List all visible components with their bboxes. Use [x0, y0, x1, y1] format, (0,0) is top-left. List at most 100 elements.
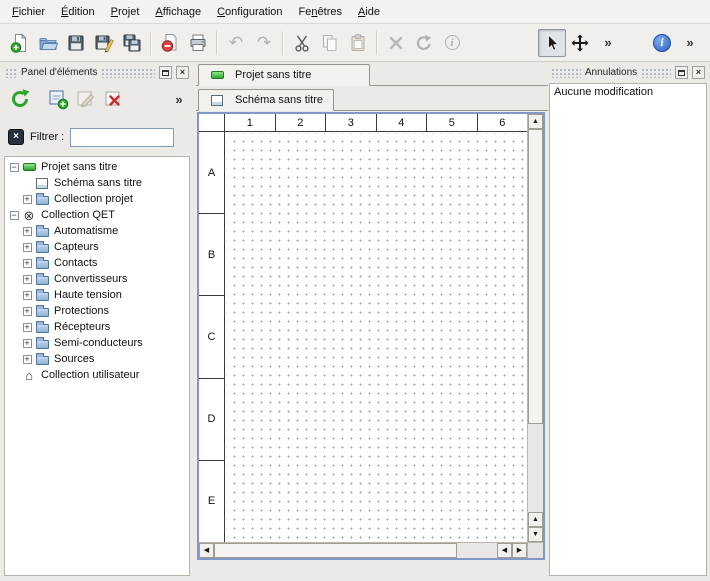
- menu-item-5[interactable]: Fenêtres: [291, 2, 350, 22]
- tree-item[interactable]: +Haute tension: [5, 287, 189, 303]
- collapse-icon[interactable]: −: [7, 207, 21, 223]
- scroll-up-button[interactable]: ▲: [528, 512, 543, 527]
- save-as-icon: [94, 33, 114, 53]
- edit-element-button[interactable]: [72, 85, 100, 113]
- close-file-icon: [160, 33, 180, 53]
- folder-icon: [34, 240, 50, 254]
- new-document-button[interactable]: [6, 29, 34, 57]
- save-button[interactable]: [62, 29, 90, 57]
- close-icon: ×: [180, 68, 185, 77]
- scroll-up-button[interactable]: ▲: [528, 114, 543, 129]
- clear-filter-button[interactable]: ×: [8, 129, 24, 145]
- menu-item-3[interactable]: Affichage: [147, 2, 209, 22]
- tree-item[interactable]: + Sources: [5, 351, 189, 367]
- tree-item[interactable]: −⊗Collection QET: [5, 207, 189, 223]
- vertical-scroll-thumb[interactable]: [528, 129, 543, 424]
- undo-list[interactable]: Aucune modification: [549, 83, 707, 576]
- close-file-button[interactable]: [156, 29, 184, 57]
- tree-item-label: Sources: [54, 353, 94, 365]
- tab-schema[interactable]: Schéma sans titre: [198, 89, 334, 111]
- close-panel-button[interactable]: ×: [176, 66, 189, 79]
- scroll-left-button[interactable]: ◀: [497, 543, 512, 558]
- collapse-icon[interactable]: −: [7, 159, 21, 175]
- tree-item[interactable]: + Automatisme: [5, 223, 189, 239]
- dock-handle[interactable]: [5, 68, 17, 78]
- expand-icon[interactable]: +: [20, 335, 34, 351]
- undo-button[interactable]: ↶: [222, 29, 250, 57]
- menu-item-1[interactable]: Édition: [53, 2, 103, 22]
- print-button[interactable]: [184, 29, 212, 57]
- tree-item[interactable]: ⌂Collection utilisateur: [5, 367, 189, 383]
- tab-project[interactable]: Projet sans titre: [198, 64, 370, 86]
- tree-item[interactable]: Schéma sans titre: [5, 175, 189, 191]
- close-panel-button[interactable]: ×: [692, 66, 705, 79]
- delete-element-button[interactable]: [100, 85, 128, 113]
- tree-item[interactable]: +Convertisseurs: [5, 271, 189, 287]
- open-project-button[interactable]: [34, 29, 62, 57]
- expand-icon[interactable]: +: [20, 319, 34, 335]
- dock-handle[interactable]: [101, 68, 155, 78]
- expand-icon[interactable]: +: [20, 255, 34, 271]
- tree-item[interactable]: +Récepteurs: [5, 319, 189, 335]
- close-icon: ×: [696, 68, 701, 77]
- help-overflow-button[interactable]: »: [676, 29, 704, 57]
- expand-icon[interactable]: +: [20, 191, 34, 207]
- expand-icon[interactable]: +: [20, 351, 34, 367]
- diagram-canvas[interactable]: [226, 133, 527, 542]
- dock-handle[interactable]: [641, 68, 671, 78]
- scroll-down-button[interactable]: ▼: [528, 527, 543, 542]
- paste-button[interactable]: [344, 29, 372, 57]
- dock-handle[interactable]: [551, 68, 581, 78]
- redo-button[interactable]: ↷: [250, 29, 278, 57]
- undo-list-item[interactable]: Aucune modification: [550, 84, 706, 100]
- save-all-button[interactable]: [118, 29, 146, 57]
- scroll-left-button[interactable]: ◀: [199, 543, 214, 558]
- tree-item[interactable]: +Protections: [5, 303, 189, 319]
- tree-item[interactable]: +Collection projet: [5, 191, 189, 207]
- float-panel-button[interactable]: [159, 66, 172, 79]
- copy-button[interactable]: [316, 29, 344, 57]
- tree-indent: [20, 175, 34, 191]
- tools-overflow-button[interactable]: »: [594, 29, 622, 57]
- rotate-button[interactable]: [410, 29, 438, 57]
- expand-icon[interactable]: +: [20, 271, 34, 287]
- reload-collections-button[interactable]: [6, 85, 34, 113]
- move-tool-button[interactable]: [566, 29, 594, 57]
- select-pointer-button[interactable]: [538, 29, 566, 57]
- tree-item[interactable]: +Semi-conducteurs: [5, 335, 189, 351]
- float-panel-button[interactable]: [675, 66, 688, 79]
- info-button[interactable]: i: [438, 29, 466, 57]
- horizontal-scroll-thumb[interactable]: [214, 543, 457, 558]
- cut-icon: [292, 33, 312, 53]
- tree-item[interactable]: +Capteurs: [5, 239, 189, 255]
- expand-icon[interactable]: +: [20, 223, 34, 239]
- menu-item-2[interactable]: Projet: [103, 2, 148, 22]
- expand-icon[interactable]: +: [20, 303, 34, 319]
- filter-input[interactable]: [70, 128, 174, 147]
- scroll-right-button[interactable]: ▶: [512, 543, 527, 558]
- menu-item-0[interactable]: Fichier: [4, 2, 53, 22]
- new-element-button[interactable]: [44, 85, 72, 113]
- ruler-corner: [199, 114, 225, 132]
- delete-button[interactable]: [382, 29, 410, 57]
- tree-item[interactable]: −Projet sans titre: [5, 159, 189, 175]
- expand-icon[interactable]: +: [20, 239, 34, 255]
- help-info-button[interactable]: i: [648, 29, 676, 57]
- expand-icon[interactable]: +: [20, 287, 34, 303]
- arrow-left-icon: ◀: [502, 547, 507, 554]
- tree-item-label: Automatisme: [54, 225, 118, 237]
- horizontal-scroll-track[interactable]: [214, 543, 497, 558]
- arrow-up-icon: ▲: [532, 516, 539, 523]
- vertical-scrollbar[interactable]: ▲ ▲ ▼: [527, 114, 543, 542]
- element-tree[interactable]: −Projet sans titreSchéma sans titre+Coll…: [4, 156, 190, 576]
- cut-button[interactable]: [288, 29, 316, 57]
- tree-item[interactable]: +Contacts: [5, 255, 189, 271]
- panel-overflow-button[interactable]: »: [170, 85, 188, 113]
- menu-item-6[interactable]: Aide: [350, 2, 388, 22]
- save-as-button[interactable]: [90, 29, 118, 57]
- folder-icon: [34, 320, 50, 334]
- vertical-scroll-track[interactable]: [528, 129, 543, 512]
- horizontal-scrollbar[interactable]: ◀ ◀ ▶: [199, 542, 527, 558]
- menu-item-4[interactable]: Configuration: [209, 2, 290, 22]
- save-floppy-icon: [66, 33, 86, 53]
